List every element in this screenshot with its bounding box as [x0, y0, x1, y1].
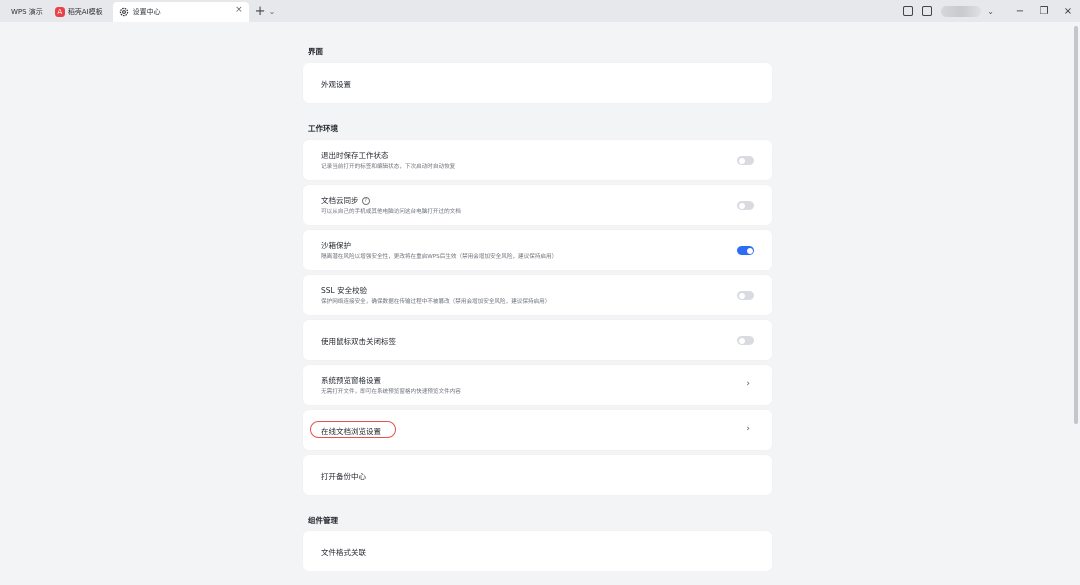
section-title-interface: 界面 [308, 47, 323, 56]
tab-settings-center[interactable]: 设置中心 × [112, 2, 249, 22]
double-click-close-toggle[interactable] [737, 336, 754, 345]
row-description: 隔离潜在风险以增强安全性，更改将在重启WPS后生效（禁用会增加安全风险，建议保持… [321, 254, 558, 260]
window-switch-icon[interactable] [922, 6, 933, 16]
row-description: 记录当前打开的标签和编辑状态，下次启动时自动恢复 [321, 164, 456, 170]
close-window-button[interactable]: × [1056, 6, 1080, 17]
row-description: 可以从自己的手机或其他电脑访问这台电脑打开过的文档 [321, 209, 461, 215]
row-title: 系统预览窗格设置 [321, 376, 381, 385]
row-title: 使用鼠标双击关闭标签 [321, 337, 396, 346]
preview-pane-row[interactable]: 系统预览窗格设置 无需打开文件，即可在系统预览窗格内快速预览文件内容 › [303, 365, 772, 405]
tab-list-chevron-down-icon[interactable]: ⌄ [269, 7, 276, 16]
row-title: SSL 安全校验 [321, 286, 368, 295]
toggle-knob [738, 337, 745, 344]
toggle-knob [738, 292, 745, 299]
row-description: 保护网络连接安全，确保数据在传输过程中不被篡改（禁用会增加安全风险，建议保持启用… [321, 299, 551, 305]
account-chevron-down-icon[interactable]: ⌄ [987, 7, 994, 16]
scrollbar-thumb[interactable] [1074, 26, 1078, 424]
save-state-toggle[interactable] [737, 156, 754, 165]
row-title: 文档云同步 [321, 196, 359, 205]
backup-center-row[interactable]: 打开备份中心 [303, 455, 772, 495]
tab-close-icon[interactable]: × [235, 5, 243, 15]
ssl-row: SSL 安全校验 保护网络连接安全，确保数据在传输过程中不被篡改（禁用会增加安全… [303, 275, 772, 315]
appearance-settings-row[interactable]: 外观设置 [303, 63, 772, 103]
window-controls: ⌄ − ❐ × [903, 0, 1080, 22]
toggle-knob [738, 202, 745, 209]
sandbox-row: 沙箱保护 隔离潜在风险以增强安全性，更改将在重启WPS后生效（禁用会增加安全风险… [303, 230, 772, 270]
toggle-knob [746, 247, 753, 254]
row-title: 在线文档浏览设置 [321, 427, 381, 436]
tab-ai-template[interactable]: A 稻壳AI模板 [48, 3, 109, 21]
new-tab-plus-icon[interactable]: + [255, 4, 266, 19]
double-click-close-row: 使用鼠标双击关闭标签 [303, 320, 772, 360]
section-title-components: 组件管理 [308, 516, 338, 525]
tab-label: WPS 演示 [11, 8, 43, 16]
online-browse-row[interactable]: 在线文档浏览设置 › [303, 410, 772, 450]
title-bar: WPS 演示 A 稻壳AI模板 设置中心 × + ⌄ ⌄ − ❐ × [0, 0, 1080, 22]
docer-logo-icon: A [54, 7, 65, 17]
minimize-button[interactable]: − [1008, 6, 1032, 17]
cloud-sync-toggle[interactable] [737, 201, 754, 210]
avatar[interactable] [941, 5, 982, 17]
help-question-icon[interactable]: ? [361, 197, 370, 205]
tab-wps-presentation[interactable]: WPS 演示 [5, 3, 49, 21]
cloud-sync-row: 文档云同步? 可以从自己的手机或其他电脑访问这台电脑打开过的文档 [303, 185, 772, 225]
toggle-knob [738, 157, 745, 164]
ssl-toggle[interactable] [737, 291, 754, 300]
gear-icon [119, 7, 128, 17]
tab-label: 稻壳AI模板 [67, 8, 103, 16]
row-title: 退出时保存工作状态 [321, 151, 389, 160]
chevron-right-icon: › [746, 379, 750, 389]
restore-button[interactable]: ❐ [1032, 6, 1056, 17]
row-title: 外观设置 [321, 80, 351, 89]
row-title-wrap: 文档云同步? [321, 195, 370, 206]
tab-label: 设置中心 [132, 8, 161, 16]
row-title: 文件格式关联 [321, 548, 366, 557]
section-title-workspace: 工作环境 [308, 124, 338, 133]
row-title: 沙箱保护 [321, 241, 351, 250]
row-title: 打开备份中心 [321, 472, 366, 481]
sandbox-toggle[interactable] [737, 246, 754, 255]
save-state-row: 退出时保存工作状态 记录当前打开的标签和编辑状态，下次启动时自动恢复 [303, 140, 772, 180]
row-description: 无需打开文件，即可在系统预览窗格内快速预览文件内容 [321, 389, 461, 395]
chevron-right-icon: › [746, 424, 750, 434]
file-association-row[interactable]: 文件格式关联 [303, 531, 772, 571]
notes-icon[interactable] [903, 6, 914, 16]
